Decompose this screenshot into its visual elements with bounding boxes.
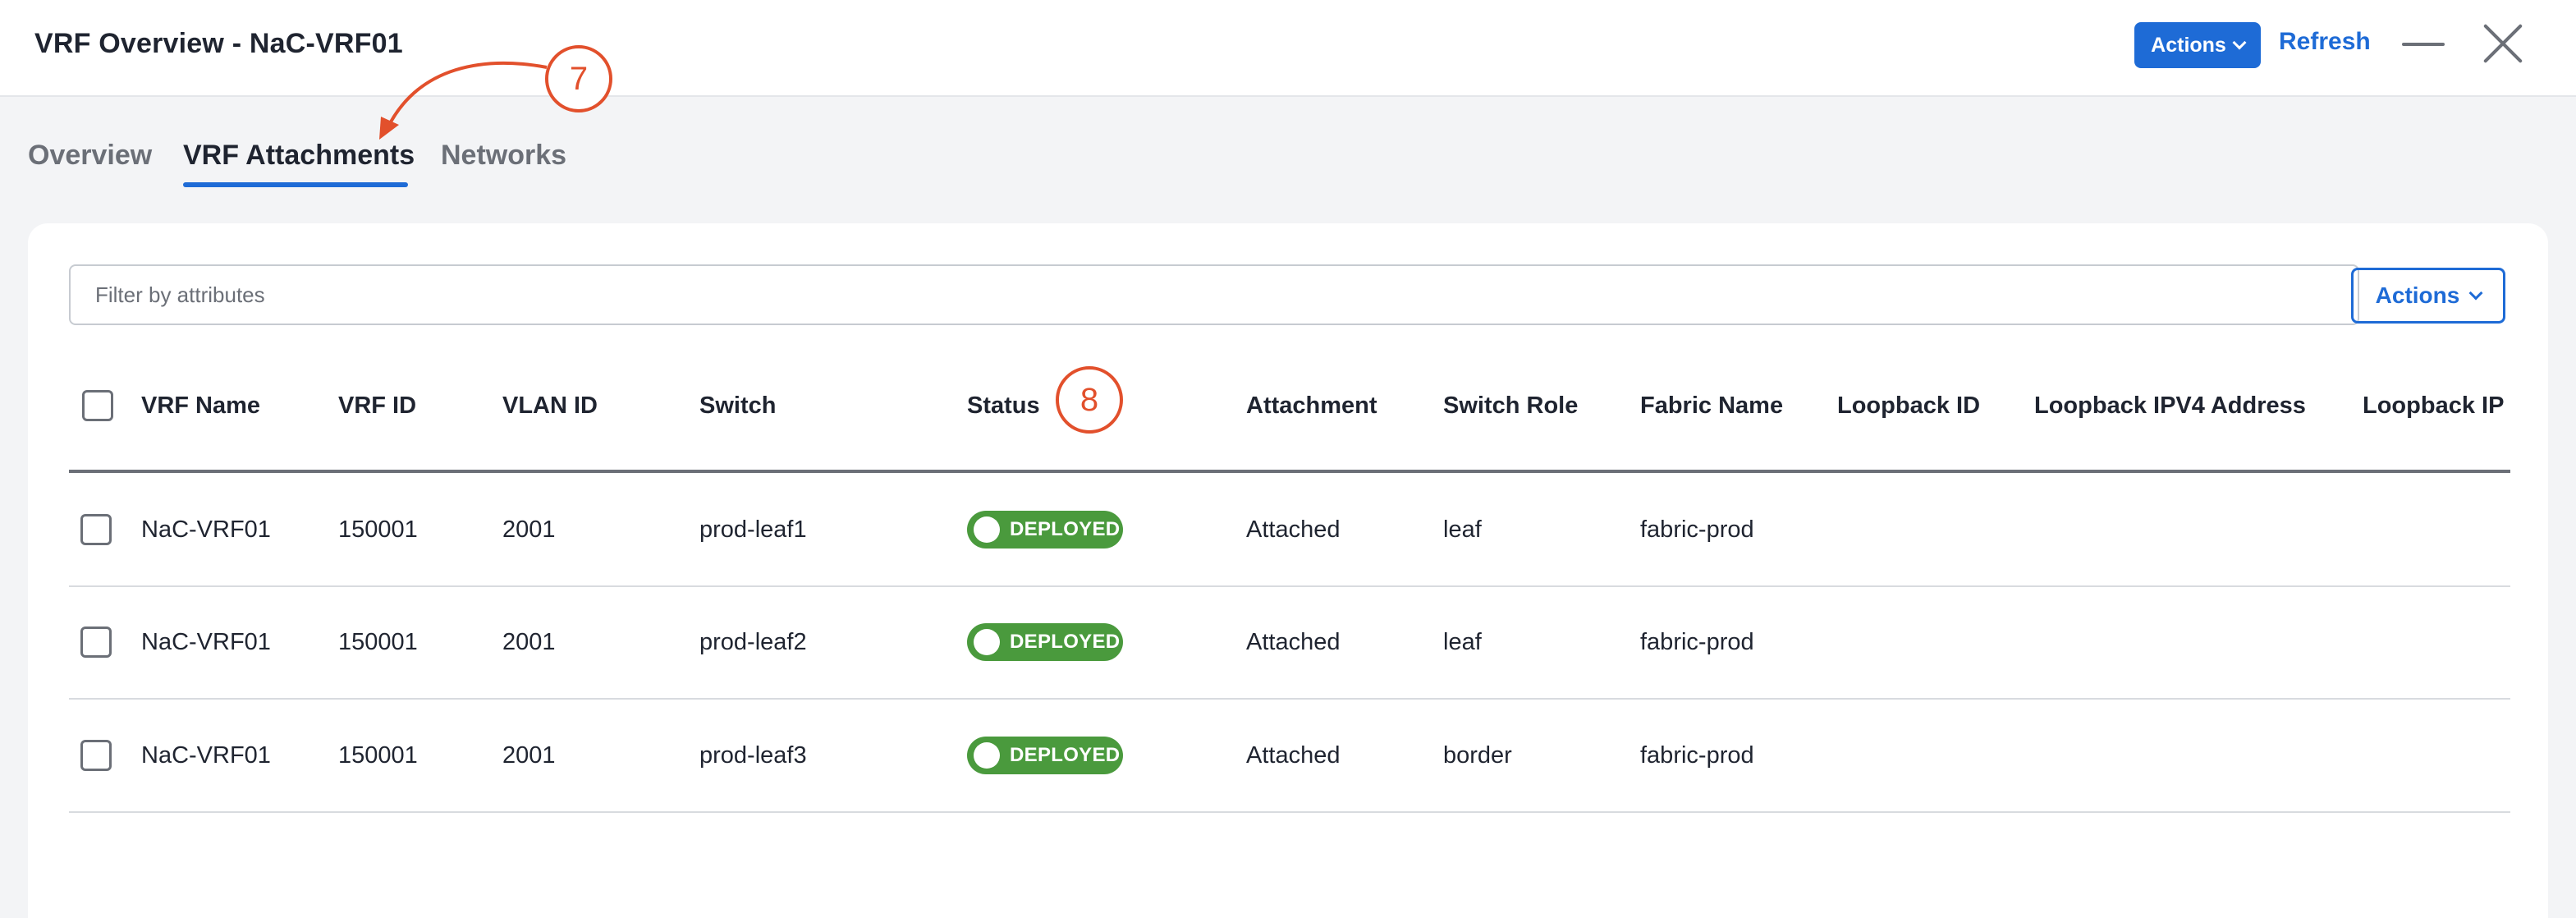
chevron-down-icon	[2468, 286, 2483, 301]
column-header-loopback-ipv4[interactable]: Loopback IPV4 Address	[2034, 392, 2306, 420]
row-divider	[69, 698, 2510, 700]
page-title: VRF Overview - NaC-VRF01	[34, 28, 403, 59]
row-checkbox[interactable]	[80, 514, 112, 545]
row-divider	[69, 585, 2510, 587]
cell-fabric-name: fabric-prod	[1640, 516, 1754, 543]
callout-badge-8: 8	[1056, 366, 1123, 434]
status-badge: DEPLOYED	[967, 511, 1123, 549]
cell-vrf-id: 150001	[338, 629, 418, 655]
cell-switch: prod-leaf3	[699, 742, 807, 769]
header-actions-label: Actions	[2151, 33, 2226, 57]
table-actions-label: Actions	[2375, 282, 2460, 308]
status-label: DEPLOYED	[1010, 518, 1121, 540]
callout-arrow-icon	[379, 61, 548, 140]
column-header-vrf-id[interactable]: VRF ID	[338, 392, 416, 420]
cell-fabric-name: fabric-prod	[1640, 742, 1754, 769]
status-badge: DEPLOYED	[967, 737, 1123, 774]
cell-vrf-name: NaC-VRF01	[141, 629, 271, 655]
cell-vlan-id: 2001	[502, 516, 556, 543]
cell-switch-role: leaf	[1443, 516, 1482, 543]
cell-switch: prod-leaf2	[699, 629, 807, 655]
cell-vrf-id: 150001	[338, 516, 418, 543]
column-header-loopback-id[interactable]: Loopback ID	[1837, 392, 1980, 420]
cell-switch-role: leaf	[1443, 629, 1482, 655]
cell-vrf-name: NaC-VRF01	[141, 516, 271, 543]
status-label: DEPLOYED	[1010, 744, 1121, 766]
status-label: DEPLOYED	[1010, 631, 1121, 653]
header-actions-button[interactable]: Actions	[2134, 22, 2261, 68]
column-header-vlan-id[interactable]: VLAN ID	[502, 392, 598, 420]
status-badge: DEPLOYED	[967, 623, 1123, 661]
cell-vlan-id: 2001	[502, 629, 556, 655]
status-dot-icon	[974, 629, 1000, 655]
close-icon[interactable]	[2482, 23, 2523, 64]
row-checkbox[interactable]	[80, 740, 112, 771]
status-dot-icon	[974, 742, 1000, 769]
header-divider	[69, 470, 2510, 473]
callout-badge-7: 7	[545, 45, 612, 112]
chevron-down-icon	[2232, 35, 2247, 50]
cell-vlan-id: 2001	[502, 742, 556, 769]
cell-vrf-name: NaC-VRF01	[141, 742, 271, 769]
active-tab-indicator	[183, 182, 408, 187]
filter-input[interactable]	[69, 264, 2359, 325]
cell-attachment: Attached	[1246, 742, 1341, 769]
column-header-fabric-name[interactable]: Fabric Name	[1640, 392, 1783, 420]
select-all-checkbox[interactable]	[82, 390, 113, 421]
cell-attachment: Attached	[1246, 629, 1341, 655]
refresh-button[interactable]: Refresh	[2279, 28, 2371, 56]
cell-vrf-id: 150001	[338, 742, 418, 769]
cell-fabric-name: fabric-prod	[1640, 629, 1754, 655]
tab-overview[interactable]: Overview	[28, 140, 152, 172]
minimize-icon[interactable]	[2402, 43, 2445, 46]
column-header-switch-role[interactable]: Switch Role	[1443, 392, 1578, 420]
table-actions-button[interactable]: Actions	[2351, 268, 2505, 324]
column-header-vrf-name[interactable]: VRF Name	[141, 392, 260, 420]
attachments-panel: Actions VRF Name VRF ID VLAN ID Switch S…	[28, 223, 2548, 918]
cell-switch: prod-leaf1	[699, 516, 807, 543]
cell-attachment: Attached	[1246, 516, 1341, 543]
column-header-switch[interactable]: Switch	[699, 392, 776, 420]
column-header-loopback-ipv6[interactable]: Loopback IPV	[2363, 392, 2504, 420]
row-divider	[69, 811, 2510, 813]
column-header-attachment[interactable]: Attachment	[1246, 392, 1377, 420]
cell-switch-role: border	[1443, 742, 1512, 769]
status-dot-icon	[974, 516, 1000, 543]
row-checkbox[interactable]	[80, 627, 112, 658]
column-header-status[interactable]: Status	[967, 392, 1040, 420]
